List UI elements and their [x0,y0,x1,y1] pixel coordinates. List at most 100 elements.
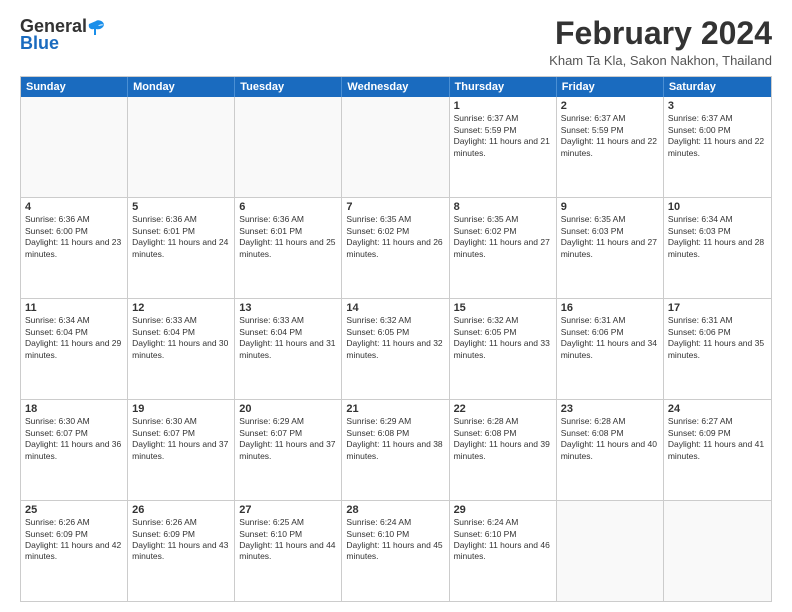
day-number: 19 [132,403,230,415]
calendar-row-4: 18 Sunrise: 6:30 AMSunset: 6:07 PMDayligh… [21,399,771,500]
calendar-row-3: 11Sunrise: 6:34 AMSunset: 6:04 PMDayligh… [21,298,771,399]
page: General Blue February 2024 Kham Ta Kla, … [0,0,792,612]
day-number: 22 [454,403,552,415]
cell-info: Sunrise: 6:32 AMSunset: 6:05 PMDaylight:… [346,315,444,361]
calendar-row-2: 4Sunrise: 6:36 AMSunset: 6:00 PMDaylight… [21,197,771,298]
cell-info: Sunrise: 6:33 AMSunset: 6:04 PMDaylight:… [239,315,337,361]
title-block: February 2024 Kham Ta Kla, Sakon Nakhon,… [549,16,772,68]
day-number: 23 [561,403,659,415]
calendar-cell-4-1: 18Sunrise: 6:30 AMSunset: 6:07 PMDayligh… [21,400,128,500]
day-number: 29 [454,504,552,516]
logo-bird-icon [88,19,104,35]
calendar-cell-5-2: 26Sunrise: 6:26 AMSunset: 6:09 PMDayligh… [128,501,235,601]
day-number: 27 [239,504,337,516]
cell-info: Sunrise: 6:28 AMSunset: 6:08 PMDaylight:… [561,416,659,462]
calendar-cell-3-3: 13Sunrise: 6:33 AMSunset: 6:04 PMDayligh… [235,299,342,399]
day-of-week-friday: Friday [557,77,664,97]
calendar-cell-1-7: 3Sunrise: 6:37 AMSunset: 6:00 PMDaylight… [664,97,771,197]
calendar-row-1: 1Sunrise: 6:37 AMSunset: 5:59 PMDaylight… [21,97,771,197]
cell-info: Sunrise: 6:29 AMSunset: 6:07 PMDaylight:… [239,416,337,462]
day-number: 3 [668,100,767,112]
day-number: 6 [239,201,337,213]
cell-info: Sunrise: 6:26 AMSunset: 6:09 PMDaylight:… [132,517,230,563]
calendar-cell-1-4 [342,97,449,197]
cell-info: Sunrise: 6:25 AMSunset: 6:10 PMDaylight:… [239,517,337,563]
day-number: 14 [346,302,444,314]
day-number: 26 [132,504,230,516]
day-number: 1 [454,100,552,112]
cell-info: Sunrise: 6:36 AMSunset: 6:00 PMDaylight:… [25,214,123,260]
cell-info: Sunrise: 6:24 AMSunset: 6:10 PMDaylight:… [346,517,444,563]
calendar-cell-1-3 [235,97,342,197]
calendar-cell-1-1 [21,97,128,197]
calendar-body: 1Sunrise: 6:37 AMSunset: 5:59 PMDaylight… [21,97,771,601]
day-number: 10 [668,201,767,213]
calendar-header: SundayMondayTuesdayWednesdayThursdayFrid… [21,77,771,97]
calendar-cell-3-6: 16Sunrise: 6:31 AMSunset: 6:06 PMDayligh… [557,299,664,399]
cell-info: Sunrise: 6:35 AMSunset: 6:02 PMDaylight:… [454,214,552,260]
header: General Blue February 2024 Kham Ta Kla, … [20,16,772,68]
cell-info: Sunrise: 6:31 AMSunset: 6:06 PMDaylight:… [668,315,767,361]
calendar-cell-5-7 [664,501,771,601]
calendar-cell-5-1: 25Sunrise: 6:26 AMSunset: 6:09 PMDayligh… [21,501,128,601]
day-number: 24 [668,403,767,415]
day-number: 11 [25,302,123,314]
day-number: 28 [346,504,444,516]
calendar-cell-4-6: 23Sunrise: 6:28 AMSunset: 6:08 PMDayligh… [557,400,664,500]
day-number: 8 [454,201,552,213]
cell-info: Sunrise: 6:36 AMSunset: 6:01 PMDaylight:… [239,214,337,260]
calendar-cell-2-3: 6Sunrise: 6:36 AMSunset: 6:01 PMDaylight… [235,198,342,298]
day-of-week-sunday: Sunday [21,77,128,97]
cell-info: Sunrise: 6:28 AMSunset: 6:08 PMDaylight:… [454,416,552,462]
cell-info: Sunrise: 6:29 AMSunset: 6:08 PMDaylight:… [346,416,444,462]
cell-info: Sunrise: 6:32 AMSunset: 6:05 PMDaylight:… [454,315,552,361]
cell-info: Sunrise: 6:37 AMSunset: 5:59 PMDaylight:… [454,113,552,159]
day-of-week-thursday: Thursday [450,77,557,97]
calendar-cell-1-5: 1Sunrise: 6:37 AMSunset: 5:59 PMDaylight… [450,97,557,197]
day-of-week-saturday: Saturday [664,77,771,97]
calendar-cell-4-7: 24Sunrise: 6:27 AMSunset: 6:09 PMDayligh… [664,400,771,500]
calendar: SundayMondayTuesdayWednesdayThursdayFrid… [20,76,772,602]
calendar-cell-2-4: 7Sunrise: 6:35 AMSunset: 6:02 PMDaylight… [342,198,449,298]
day-number: 12 [132,302,230,314]
day-number: 21 [346,403,444,415]
cell-info: Sunrise: 6:36 AMSunset: 6:01 PMDaylight:… [132,214,230,260]
calendar-cell-1-6: 2Sunrise: 6:37 AMSunset: 5:59 PMDaylight… [557,97,664,197]
calendar-cell-5-6 [557,501,664,601]
cell-info: Sunrise: 6:30 AMSunset: 6:07 PMDaylight:… [132,416,230,462]
calendar-cell-4-4: 21Sunrise: 6:29 AMSunset: 6:08 PMDayligh… [342,400,449,500]
day-number: 15 [454,302,552,314]
day-of-week-monday: Monday [128,77,235,97]
day-number: 2 [561,100,659,112]
day-number: 20 [239,403,337,415]
calendar-cell-5-4: 28Sunrise: 6:24 AMSunset: 6:10 PMDayligh… [342,501,449,601]
cell-info: Sunrise: 6:37 AMSunset: 5:59 PMDaylight:… [561,113,659,159]
calendar-cell-4-2: 19Sunrise: 6:30 AMSunset: 6:07 PMDayligh… [128,400,235,500]
cell-info: Sunrise: 6:34 AMSunset: 6:03 PMDaylight:… [668,214,767,260]
day-number: 18 [25,403,123,415]
calendar-cell-2-5: 8Sunrise: 6:35 AMSunset: 6:02 PMDaylight… [450,198,557,298]
calendar-cell-2-2: 5Sunrise: 6:36 AMSunset: 6:01 PMDaylight… [128,198,235,298]
day-of-week-tuesday: Tuesday [235,77,342,97]
calendar-cell-4-5: 22Sunrise: 6:28 AMSunset: 6:08 PMDayligh… [450,400,557,500]
day-number: 16 [561,302,659,314]
calendar-cell-4-3: 20Sunrise: 6:29 AMSunset: 6:07 PMDayligh… [235,400,342,500]
calendar-cell-2-6: 9Sunrise: 6:35 AMSunset: 6:03 PMDaylight… [557,198,664,298]
calendar-cell-2-7: 10Sunrise: 6:34 AMSunset: 6:03 PMDayligh… [664,198,771,298]
day-number: 4 [25,201,123,213]
day-number: 9 [561,201,659,213]
cell-info: Sunrise: 6:35 AMSunset: 6:03 PMDaylight:… [561,214,659,260]
cell-info: Sunrise: 6:27 AMSunset: 6:09 PMDaylight:… [668,416,767,462]
cell-info: Sunrise: 6:34 AMSunset: 6:04 PMDaylight:… [25,315,123,361]
day-of-week-wednesday: Wednesday [342,77,449,97]
cell-info: Sunrise: 6:37 AMSunset: 6:00 PMDaylight:… [668,113,767,159]
cell-info: Sunrise: 6:26 AMSunset: 6:09 PMDaylight:… [25,517,123,563]
cell-info: Sunrise: 6:24 AMSunset: 6:10 PMDaylight:… [454,517,552,563]
calendar-cell-5-5: 29Sunrise: 6:24 AMSunset: 6:10 PMDayligh… [450,501,557,601]
calendar-cell-3-2: 12Sunrise: 6:33 AMSunset: 6:04 PMDayligh… [128,299,235,399]
day-number: 13 [239,302,337,314]
day-number: 17 [668,302,767,314]
calendar-cell-2-1: 4Sunrise: 6:36 AMSunset: 6:00 PMDaylight… [21,198,128,298]
calendar-cell-3-4: 14Sunrise: 6:32 AMSunset: 6:05 PMDayligh… [342,299,449,399]
calendar-cell-5-3: 27Sunrise: 6:25 AMSunset: 6:10 PMDayligh… [235,501,342,601]
